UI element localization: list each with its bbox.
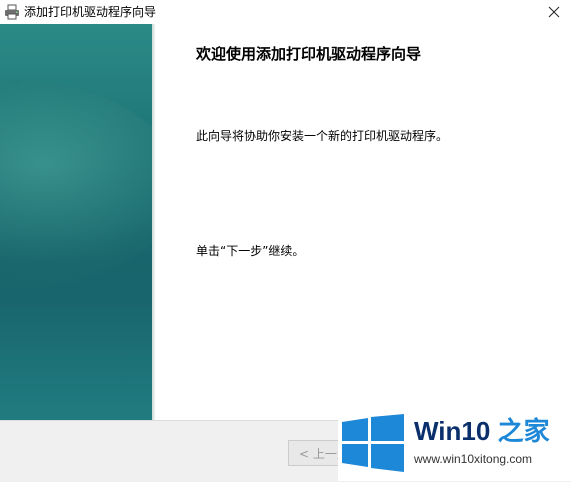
banner-decoration xyxy=(0,80,152,290)
wizard-side-banner xyxy=(0,24,152,420)
continue-hint: 单击“下一步”继续。 xyxy=(196,244,305,258)
title-bar: 添加打印机驱动程序向导 xyxy=(0,0,571,24)
watermark-name-accent: 之家 xyxy=(497,416,550,446)
close-button[interactable] xyxy=(537,0,571,24)
banner-shade xyxy=(0,270,152,420)
watermark-url: www.win10xitong.com xyxy=(414,452,533,466)
watermark-name-main: Win10 xyxy=(414,416,491,446)
windows-logo-icon xyxy=(342,414,404,472)
watermark-logo: Win10 之家 www.win10xitong.com xyxy=(338,408,571,481)
banner-divider xyxy=(152,24,155,420)
wizard-description: 此向导将协助你安装一个新的打印机驱动程序。 xyxy=(196,129,449,143)
window-title: 添加打印机驱动程序向导 xyxy=(24,5,157,19)
close-icon xyxy=(548,6,560,18)
watermark-name: Win10 之家 xyxy=(414,416,550,446)
page-title: 欢迎使用添加打印机驱动程序向导 xyxy=(196,45,422,63)
printer-icon xyxy=(4,4,20,20)
